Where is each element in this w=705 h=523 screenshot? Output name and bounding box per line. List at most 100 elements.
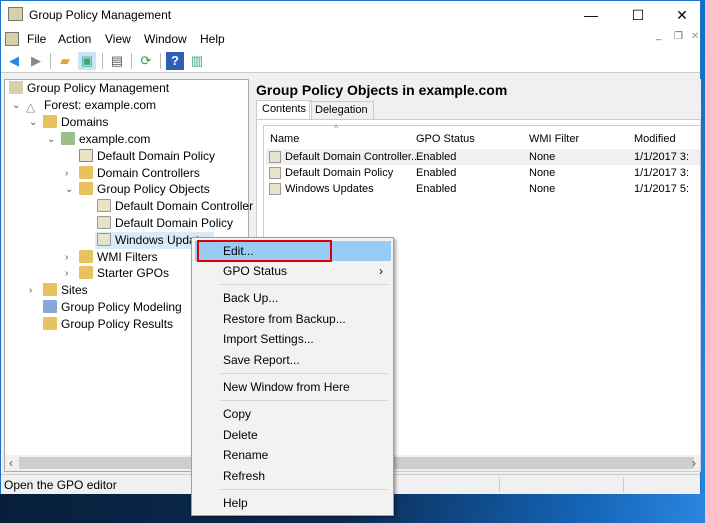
menu-item-label: Restore from Backup... [223,312,346,326]
menu-item-rename[interactable]: Rename [195,445,391,465]
tree-label: Group Policy Results [61,317,174,331]
menu-action[interactable]: Action [58,32,91,46]
tree-label: Domain Controllers [97,166,200,180]
mdi-close-button[interactable]: ✕ [691,31,699,42]
gpo-scroll-icon [97,216,111,229]
menu-item-label: Rename [223,448,269,462]
tree-label: Domains [61,115,109,129]
status-text: Open the GPO editor [4,478,117,492]
menu-item-help[interactable]: Help [195,493,391,513]
back-icon[interactable]: ◀ [5,52,23,70]
table-row[interactable]: Windows Updates Enabled None 1/1/2017 5: [266,181,700,197]
sort-ascending-icon: ^ [334,123,339,133]
scrollbar-thumb[interactable] [19,457,219,469]
tree-label: Group Policy Modeling [61,300,182,314]
cell-status: Enabled [416,151,457,163]
cell-modified: 1/1/2017 3: [634,167,690,179]
tab-contents[interactable]: Contents [256,100,313,120]
chevron-right-icon[interactable]: › [29,282,32,299]
menu-item-save-report[interactable]: Save Report... [195,350,391,370]
tree-item-wmi-filters[interactable]: › WMI Filters [65,249,158,266]
menu-item-label: Import Settings... [223,332,314,346]
menu-item-restore-from-backup[interactable]: Restore from Backup... [195,309,391,329]
menu-view[interactable]: View [105,32,131,46]
tree-item-starter-gpos[interactable]: › Starter GPOs [65,265,170,282]
menu-window[interactable]: Window [144,32,187,46]
tree-item-forest[interactable]: ⌄ △ Forest: example.com [12,97,156,114]
help-icon[interactable]: ? [166,52,184,70]
menu-item-delete[interactable]: Delete [195,425,391,445]
tree-item-root[interactable]: Group Policy Management [9,80,169,97]
tree-label: Starter GPOs [97,266,170,280]
tree-item-results[interactable]: Group Policy Results [43,316,173,333]
tree-label: Sites [61,283,88,297]
tree-item-domain-controllers[interactable]: › Domain Controllers [65,165,200,182]
chevron-down-icon[interactable]: ⌄ [65,181,73,198]
up-folder-icon[interactable]: ▰ [56,52,74,70]
menu-item-new-window-from-here[interactable]: New Window from Here [195,377,391,397]
tree-item-default-domain-policy-link[interactable]: Default Domain Policy [79,148,215,165]
menu-item-back-up[interactable]: Back Up... [195,288,391,308]
column-header-wmi-filter[interactable]: WMI Filter [529,133,579,145]
chevron-right-icon: › [379,264,383,278]
menu-separator [220,284,388,285]
tree-item-sites[interactable]: › Sites [29,282,88,299]
gpmc-icon [9,81,23,94]
column-header-name[interactable]: Name [270,133,299,145]
table-row[interactable]: Default Domain Controller... Enabled Non… [266,149,700,165]
scroll-right-icon[interactable]: › [692,456,696,470]
gpo-folder-icon [79,182,93,195]
forest-icon: △ [26,100,36,114]
clipboard-icon[interactable]: ▤ [108,52,126,70]
menu-item-refresh[interactable]: Refresh [195,466,391,486]
tree-item-group-policy-objects[interactable]: ⌄ Group Policy Objects [65,181,210,198]
menu-item-import-settings[interactable]: Import Settings... [195,329,391,349]
maximize-button[interactable]: ☐ [615,1,661,29]
minimize-button[interactable]: — [568,1,614,29]
chevron-down-icon[interactable]: ⌄ [29,114,37,131]
tree-item-modeling[interactable]: Group Policy Modeling [43,299,182,316]
toolbar-separator [160,53,161,69]
mdi-minimize-button[interactable]: _ [656,30,662,41]
table-row[interactable]: Default Domain Policy Enabled None 1/1/2… [266,165,700,181]
tree-label: Default Domain Policy [115,216,234,230]
chevron-right-icon[interactable]: › [65,265,68,282]
chevron-down-icon[interactable]: ⌄ [12,97,20,114]
menu-item-label: GPO Status [223,264,288,278]
menu-separator [220,373,388,374]
menu-help[interactable]: Help [200,32,225,46]
gpo-scroll-icon [97,199,111,212]
menu-item-edit[interactable]: Edit... [195,240,391,262]
cell-wmi: None [529,151,556,163]
forward-icon[interactable]: ▶ [27,52,45,70]
tree-item-gpo[interactable]: Default Domain Policy [97,215,233,232]
tree-item-domains[interactable]: ⌄ Domains [29,114,109,131]
menu-item-copy[interactable]: Copy [195,404,391,424]
starter-folder-icon [79,266,93,279]
scroll-left-icon[interactable]: ‹ [9,456,13,470]
column-header-gpo-status[interactable]: GPO Status [416,133,475,145]
chevron-down-icon[interactable]: ⌄ [47,131,55,148]
chevron-right-icon[interactable]: › [65,165,68,182]
tree-label: Default Domain Controller [115,199,254,213]
menu-bar: File Action View Window Help _ ❐ ✕ [1,29,700,49]
column-header-modified[interactable]: Modified [634,133,676,145]
menu-file[interactable]: File [27,32,46,46]
tab-delegation[interactable]: Delegation [309,101,374,119]
tree-item-domain[interactable]: ⌄ example.com [47,131,150,148]
chevron-right-icon[interactable]: › [65,249,68,266]
refresh-icon[interactable]: ⟳ [137,52,155,70]
menu-item-gpo-status[interactable]: GPO Status › [195,261,391,281]
console-tree-icon[interactable]: ▥ [188,52,206,70]
toolbar-separator [131,53,132,69]
gpo-scroll-icon [269,183,281,195]
scrollbar-thumb[interactable] [394,457,694,469]
console-icon [5,32,19,46]
close-button[interactable]: ✕ [659,1,705,29]
tree-item-gpo[interactable]: Default Domain Controller [97,198,253,215]
show-hide-tree-icon[interactable]: ▣ [78,52,96,70]
mdi-restore-button[interactable]: ❐ [674,31,683,42]
cell-modified: 1/1/2017 5: [634,183,690,195]
tree-label: Group Policy Objects [97,182,210,196]
ou-folder-icon [79,166,93,179]
